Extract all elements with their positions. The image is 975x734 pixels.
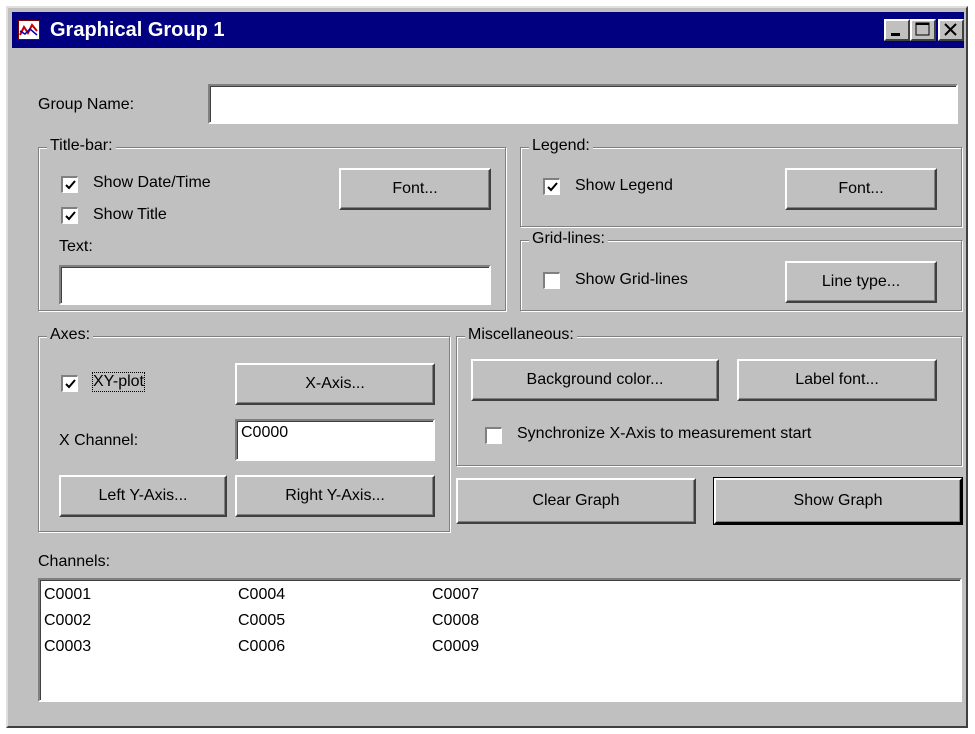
show-title-label: Show Title xyxy=(93,206,167,223)
close-icon xyxy=(944,23,957,36)
x-axis-button[interactable]: X-Axis... xyxy=(235,363,435,405)
minimize-icon xyxy=(891,33,900,36)
checkmark-icon xyxy=(65,180,76,190)
misc-groupbox: Miscellaneous: Background color... Label… xyxy=(456,326,962,466)
title-font-button[interactable]: Font... xyxy=(339,168,491,210)
window-title: Graphical Group 1 xyxy=(50,19,225,41)
axes-groupbox: Axes: XY-plot X-Axis... X Channel: C0000… xyxy=(38,326,450,532)
right-y-axis-button[interactable]: Right Y-Axis... xyxy=(235,475,435,517)
x-channel-label: X Channel: xyxy=(59,432,139,449)
show-graph-button[interactable]: Show Graph xyxy=(713,477,963,525)
xy-plot-checkbox[interactable] xyxy=(61,375,78,392)
label-font-button[interactable]: Label font... xyxy=(737,359,937,401)
list-item[interactable]: C0006 xyxy=(238,638,285,656)
graphical-group-window: Graphical Group 1 Group Name: Title-bar:… xyxy=(6,6,968,728)
gridlines-group-title: Grid-lines: xyxy=(529,230,608,248)
checkmark-icon xyxy=(547,182,558,192)
synchronize-label: Synchronize X-Axis to measurement start xyxy=(517,425,812,442)
channels-label: Channels: xyxy=(38,553,111,570)
maximize-button[interactable] xyxy=(910,19,936,41)
gridlines-groupbox: Grid-lines: Show Grid-lines Line type... xyxy=(520,230,962,311)
title-text-input[interactable] xyxy=(59,265,491,305)
legend-group-title: Legend: xyxy=(529,137,593,155)
show-gridlines-checkbox[interactable] xyxy=(543,272,560,289)
checkmark-icon xyxy=(65,379,76,389)
show-legend-checkbox[interactable] xyxy=(543,178,560,195)
show-title-checkbox[interactable] xyxy=(61,207,78,224)
legend-groupbox: Legend: Show Legend Font... xyxy=(520,137,962,227)
list-item[interactable]: C0003 xyxy=(44,638,91,656)
checkmark-icon xyxy=(65,211,76,221)
list-item[interactable]: C0002 xyxy=(44,612,91,630)
list-item[interactable]: C0004 xyxy=(238,586,285,604)
background-color-button[interactable]: Background color... xyxy=(471,359,719,401)
maximize-icon xyxy=(915,22,930,36)
show-datetime-checkbox[interactable] xyxy=(61,176,78,193)
list-item[interactable]: C0008 xyxy=(432,612,479,630)
group-name-label: Group Name: xyxy=(38,96,135,113)
titlebar-groupbox: Title-bar: Show Date/Time Show Title Tex… xyxy=(38,137,506,311)
clear-graph-button[interactable]: Clear Graph xyxy=(456,478,696,524)
axes-group-title: Axes: xyxy=(47,326,94,344)
minimize-button[interactable] xyxy=(884,19,910,41)
misc-group-title: Miscellaneous: xyxy=(465,326,577,344)
text-label: Text: xyxy=(59,238,93,255)
list-item[interactable]: C0005 xyxy=(238,612,285,630)
xy-plot-label: XY-plot xyxy=(92,372,145,392)
list-item[interactable]: C0009 xyxy=(432,638,479,656)
list-item[interactable]: C0007 xyxy=(432,586,479,604)
legend-font-button[interactable]: Font... xyxy=(785,168,937,210)
group-name-input[interactable] xyxy=(208,84,958,124)
show-gridlines-label: Show Grid-lines xyxy=(575,271,688,288)
channels-listbox[interactable]: C0001 C0002 C0003 C0004 C0005 C0006 C000… xyxy=(38,578,962,702)
synchronize-checkbox[interactable] xyxy=(485,427,502,444)
show-legend-label: Show Legend xyxy=(575,177,673,194)
x-channel-input[interactable]: C0000 xyxy=(235,419,435,461)
title-bar[interactable]: Graphical Group 1 xyxy=(12,12,964,48)
left-y-axis-button[interactable]: Left Y-Axis... xyxy=(59,475,227,517)
close-button[interactable] xyxy=(938,19,964,41)
list-item[interactable]: C0001 xyxy=(44,586,91,604)
app-icon[interactable] xyxy=(18,20,40,40)
titlebar-group-title: Title-bar: xyxy=(47,137,116,155)
show-datetime-label: Show Date/Time xyxy=(93,174,211,191)
line-type-button[interactable]: Line type... xyxy=(785,261,937,303)
